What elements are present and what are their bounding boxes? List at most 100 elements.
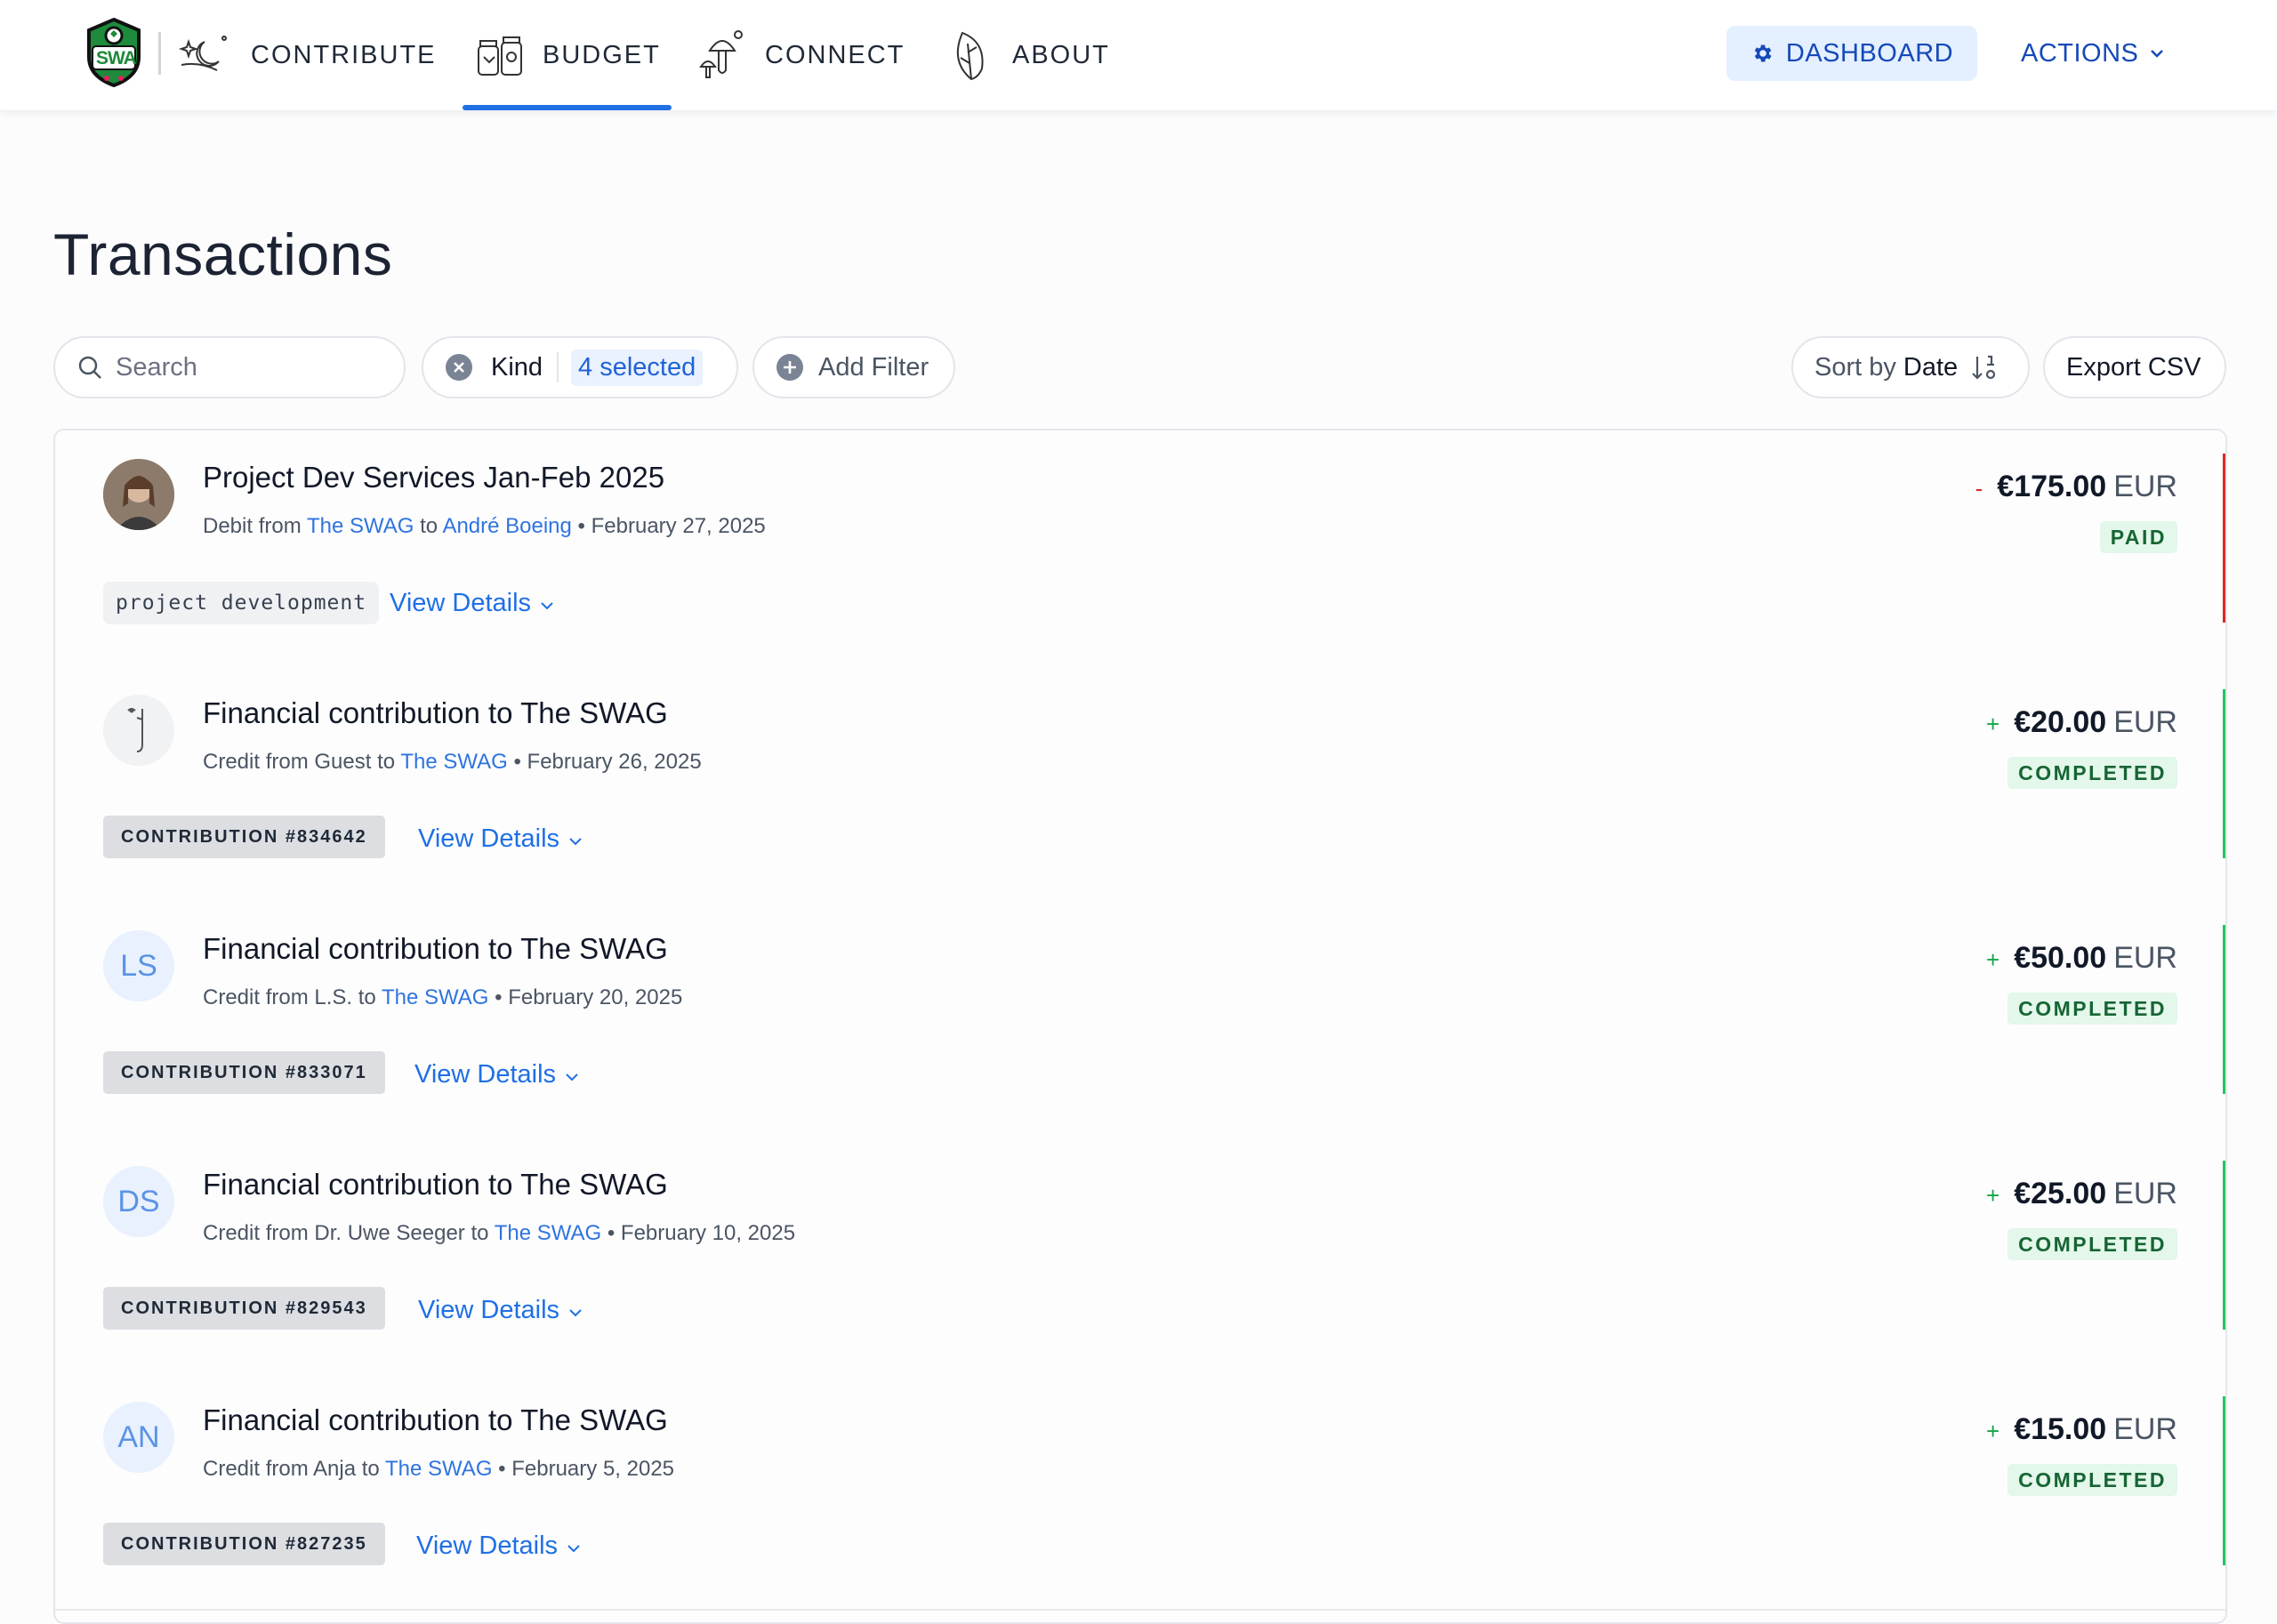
contribution-tag[interactable]: CONTRIBUTION #829543 xyxy=(103,1287,385,1330)
view-details-button[interactable]: View Details xyxy=(416,1532,581,1561)
contribution-tag[interactable]: CONTRIBUTION #833071 xyxy=(103,1051,385,1094)
actions-menu-button[interactable]: ACTIONS xyxy=(2021,26,2165,81)
transaction-title: Financial contribution to The SWAG xyxy=(203,1168,668,1201)
to-link[interactable]: The SWAG xyxy=(495,1221,601,1245)
avatar[interactable]: AN xyxy=(103,1402,174,1473)
transaction-title: Financial contribution to The SWAG xyxy=(203,932,668,965)
search-placeholder: Search xyxy=(116,352,197,382)
add-filter-label: Add Filter xyxy=(818,352,929,382)
from-name: Anja xyxy=(313,1457,357,1481)
export-csv-button[interactable]: Export CSV xyxy=(2043,336,2226,398)
transaction-type: Credit xyxy=(203,1221,261,1245)
chevron-down-icon xyxy=(2151,50,2164,58)
contribution-tag[interactable]: CONTRIBUTION #827235 xyxy=(103,1523,385,1565)
view-details-label: View Details xyxy=(416,1532,559,1560)
dashboard-label: DASHBOARD xyxy=(1785,38,1954,68)
status-badge: PAID xyxy=(2099,521,2177,553)
credit-indicator xyxy=(2223,689,2225,858)
nav-connect[interactable]: CONNECT xyxy=(697,0,905,110)
transaction-row[interactable]: DS Financial contribution to The SWAG Cr… xyxy=(55,1138,2225,1375)
transaction-meta: Credit from Guest to The SWAG • February… xyxy=(203,750,702,774)
guest-avatar[interactable] xyxy=(103,695,174,766)
debit-indicator xyxy=(2223,454,2225,623)
amount-sign: + xyxy=(1986,711,2000,737)
credit-indicator xyxy=(2223,1161,2225,1330)
nav-budget-label: BUDGET xyxy=(543,40,661,69)
dashboard-button[interactable]: DASHBOARD xyxy=(1726,26,1977,81)
to-link[interactable]: The SWAG xyxy=(382,985,488,1009)
avatar[interactable] xyxy=(103,459,174,530)
transaction-title: Financial contribution to The SWAG xyxy=(203,696,668,729)
transaction-type: Credit xyxy=(203,1457,261,1481)
clear-filter-icon[interactable] xyxy=(445,353,473,382)
transaction-meta: Credit from L.S. to The SWAG • February … xyxy=(203,985,683,1009)
contribution-tag[interactable]: CONTRIBUTION #834642 xyxy=(103,816,385,858)
transaction-row[interactable]: LS Financial contribution to The SWAG Cr… xyxy=(55,902,2225,1139)
view-details-button[interactable]: View Details xyxy=(418,824,583,854)
top-navbar: SWA CONTRIBUTE BUDGET CONNECT ABOUT DASH… xyxy=(0,0,2277,111)
nav-budget[interactable]: BUDGET xyxy=(463,0,672,110)
amount-value: €25.00 xyxy=(2014,1177,2107,1210)
nav-about[interactable]: ABOUT xyxy=(948,0,1110,110)
amount-value: €50.00 xyxy=(2014,941,2107,975)
kind-filter[interactable]: Kind 4 selected xyxy=(422,336,738,398)
chevron-down-icon xyxy=(569,1308,582,1316)
amount-sign: + xyxy=(1986,1182,2000,1209)
mushrooms-icon xyxy=(699,30,743,78)
nav-about-label: ABOUT xyxy=(1012,40,1110,69)
transaction-meta: Credit from Anja to The SWAG • February … xyxy=(203,1457,675,1481)
transaction-amount: - €175.00 EUR xyxy=(1975,470,2177,504)
amount-sign: - xyxy=(1975,475,1983,502)
swag-logo[interactable]: SWA xyxy=(84,16,144,89)
transaction-amount: + €25.00 EUR xyxy=(1986,1177,2177,1211)
view-details-label: View Details xyxy=(418,1296,560,1324)
chevron-down-icon xyxy=(566,1073,578,1081)
view-details-label: View Details xyxy=(414,1060,557,1089)
amount-currency: EUR xyxy=(2113,1177,2177,1210)
expense-tag[interactable]: project development xyxy=(103,582,380,624)
transaction-row[interactable]: Project Dev Services Jan-Feb 2025 Debit … xyxy=(55,430,2225,668)
add-filter-button[interactable]: Add Filter xyxy=(752,336,955,398)
to-link[interactable]: The SWAG xyxy=(400,750,507,774)
transaction-date: February 26, 2025 xyxy=(527,750,702,774)
avatar[interactable]: LS xyxy=(103,930,174,1001)
sort-button[interactable]: Sort by Date xyxy=(1791,336,2030,398)
from-name: Dr. Uwe Seeger xyxy=(314,1221,465,1245)
avatar[interactable]: DS xyxy=(103,1166,174,1237)
guest-icon xyxy=(127,708,143,752)
view-details-button[interactable]: View Details xyxy=(418,1296,583,1325)
transaction-date: February 20, 2025 xyxy=(508,985,683,1009)
view-details-button[interactable]: View Details xyxy=(390,589,554,618)
chevron-down-icon xyxy=(567,1544,580,1552)
actions-label: ACTIONS xyxy=(2021,38,2139,68)
view-details-label: View Details xyxy=(418,824,560,853)
transaction-amount: + €15.00 EUR xyxy=(1986,1412,2177,1447)
export-csv-label: Export CSV xyxy=(2066,352,2201,382)
jars-icon xyxy=(478,36,522,76)
nav-contribute-label: CONTRIBUTE xyxy=(251,40,437,69)
gear-icon xyxy=(1754,44,1772,62)
logo-divider xyxy=(158,32,161,75)
transaction-meta: Debit from The SWAG to André Boeing • Fe… xyxy=(203,514,766,538)
amount-sign: + xyxy=(1986,1418,2000,1444)
view-details-button[interactable]: View Details xyxy=(414,1060,579,1089)
status-badge: COMPLETED xyxy=(2007,757,2177,789)
kind-filter-value[interactable]: 4 selected xyxy=(571,349,704,386)
from-name: L.S. xyxy=(314,985,353,1009)
transaction-row[interactable]: AN Financial contribution to The SWAG Cr… xyxy=(55,1373,2225,1611)
nav-contribute[interactable]: CONTRIBUTE xyxy=(178,0,437,110)
from-link[interactable]: The SWAG xyxy=(307,514,414,538)
nav-connect-label: CONNECT xyxy=(765,40,905,69)
status-badge: COMPLETED xyxy=(2007,993,2177,1025)
transaction-row[interactable]: Financial contribution to The SWAG Credi… xyxy=(55,666,2225,904)
amount-sign: + xyxy=(1986,946,2000,973)
amount-currency: EUR xyxy=(2113,941,2177,975)
to-link[interactable]: André Boeing xyxy=(442,514,571,538)
transaction-type: Credit xyxy=(203,750,261,774)
logo-text: SWA xyxy=(96,48,137,68)
to-link[interactable]: The SWAG xyxy=(385,1457,492,1481)
search-input[interactable]: Search xyxy=(53,336,406,398)
transaction-title: Project Dev Services Jan-Feb 2025 xyxy=(203,461,665,494)
kind-filter-label: Kind xyxy=(491,352,543,382)
transaction-type: Debit xyxy=(203,514,253,538)
